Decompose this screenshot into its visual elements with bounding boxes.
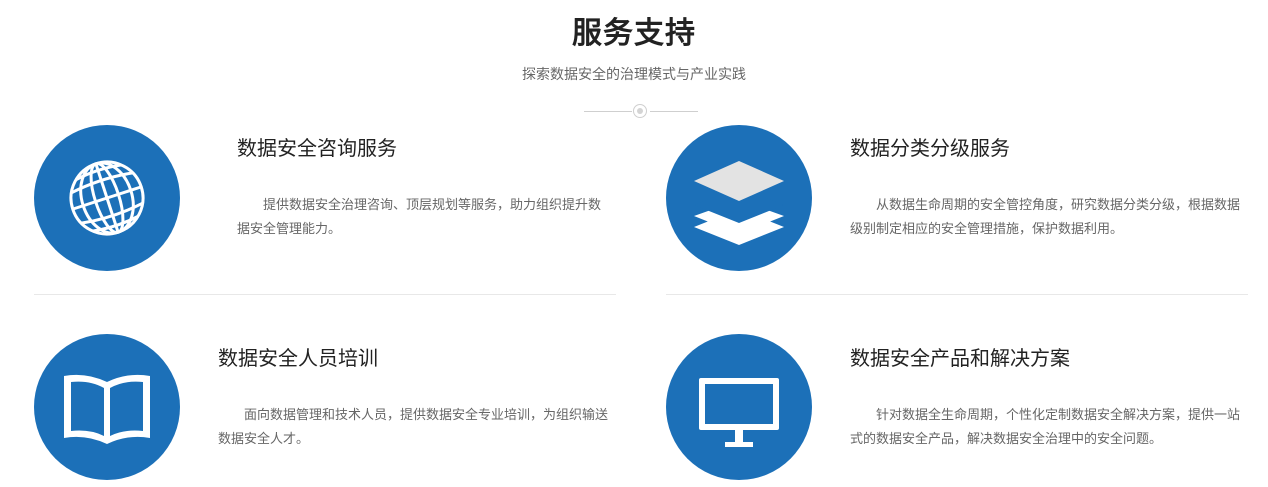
layers-icon-circle [666, 125, 812, 271]
page-title: 服务支持 [572, 16, 696, 51]
service-title: 数据安全咨询服务 [237, 136, 397, 160]
globe-icon [69, 160, 145, 236]
monitor-icon-circle [666, 334, 812, 480]
service-title: 数据分类分级服务 [850, 136, 1010, 160]
service-description: 面向数据管理和技术人员，提供数据安全专业培训，为组织输送数据安全人才。 [218, 408, 609, 447]
service-title: 数据安全产品和解决方案 [850, 346, 1070, 370]
row-divider-right [666, 294, 1248, 295]
service-title: 数据安全人员培训 [218, 346, 378, 370]
title-divider [584, 104, 698, 120]
monitor-icon [699, 378, 779, 447]
service-description: 从数据生命周期的安全管控角度，研究数据分类分级，根据数据级别制定相应的安全管理措… [850, 198, 1241, 237]
book-icon-circle [34, 334, 180, 480]
service-description: 针对数据全生命周期，个性化定制数据安全解决方案，提供一站式的数据安全产品，解决数… [850, 408, 1241, 447]
globe-icon-circle [34, 125, 180, 271]
service-description: 提供数据安全治理咨询、顶层规划等服务，助力组织提升数据安全管理能力。 [237, 198, 602, 237]
layers-icon [694, 161, 784, 245]
book-icon [64, 374, 150, 444]
row-divider-left [34, 294, 616, 295]
page-subtitle: 探索数据安全的治理模式与产业实践 [522, 67, 746, 83]
